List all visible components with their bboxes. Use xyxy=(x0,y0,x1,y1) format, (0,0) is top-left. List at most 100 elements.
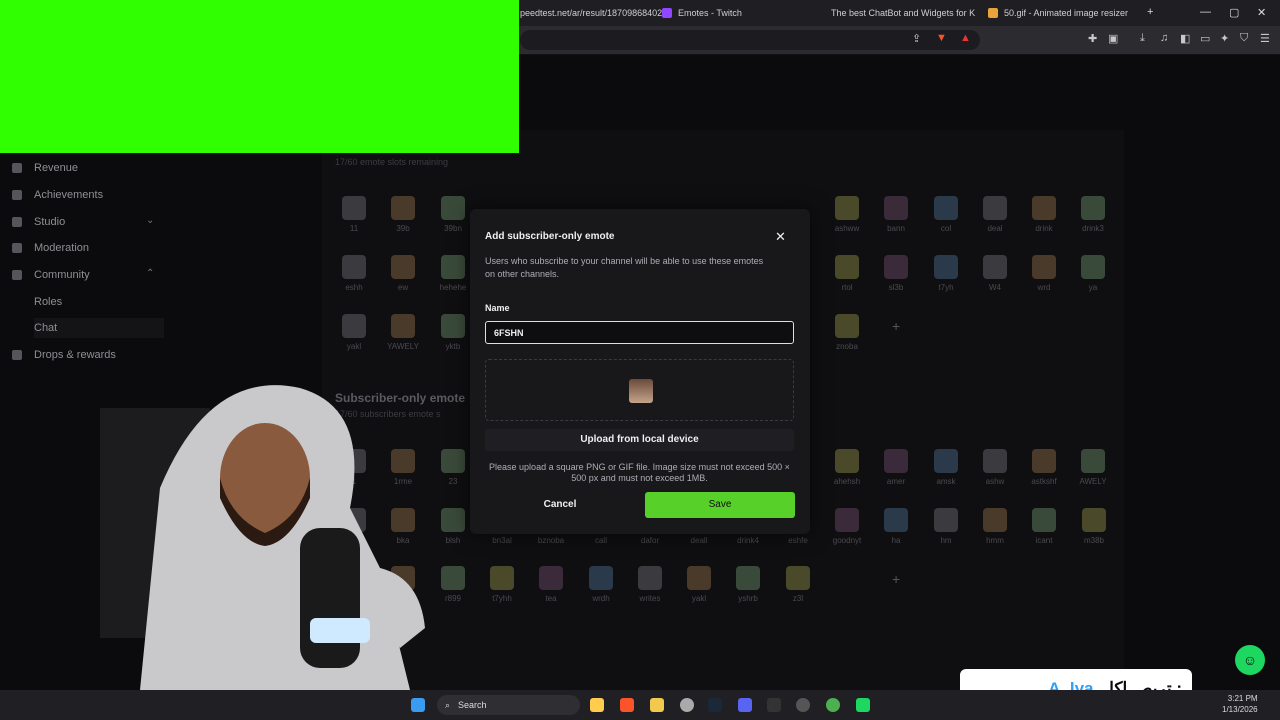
sidebar-toggle-icon[interactable]: ◧ xyxy=(1180,32,1190,45)
share-icon[interactable]: ⇪ xyxy=(912,32,921,45)
help-chat-icon[interactable]: ☺ xyxy=(1235,645,1265,675)
extensions-icon[interactable]: ✚ xyxy=(1088,32,1097,45)
close-icon[interactable]: ✕ xyxy=(775,229,786,245)
sidebar-item-roles[interactable]: Roles xyxy=(34,296,62,308)
sidebar-item-achievements[interactable]: Achievements xyxy=(12,189,103,201)
emote-item[interactable]: rtol xyxy=(822,255,872,292)
emote-label: AWELY xyxy=(1079,477,1107,486)
studio-icon xyxy=(12,217,22,227)
browser-tab-emotes[interactable]: Emotes - Twitch xyxy=(662,3,812,23)
settings-icon[interactable] xyxy=(680,698,694,712)
rewards-icon[interactable]: ▲ xyxy=(960,32,971,44)
browser-tab[interactable]: peedtest.net/ar/result/18709868402 xyxy=(520,3,670,23)
vpn-icon[interactable]: ⛉ xyxy=(1240,32,1248,45)
emote-item[interactable]: amsk xyxy=(921,449,971,486)
minimize-icon[interactable]: — xyxy=(1200,6,1211,18)
epic-icon[interactable] xyxy=(767,698,781,712)
wallet-icon[interactable]: ▭ xyxy=(1200,32,1210,45)
add-emote-icon[interactable]: + xyxy=(892,318,900,334)
emote-item[interactable]: col xyxy=(921,196,971,233)
emote-item[interactable]: writes xyxy=(625,566,675,603)
steam-icon[interactable] xyxy=(708,698,722,712)
emote-item[interactable]: t7yh xyxy=(921,255,971,292)
emote-item[interactable]: hmm xyxy=(970,508,1020,545)
emote-item[interactable]: yakl xyxy=(329,314,379,351)
leo-icon[interactable]: ✦ xyxy=(1220,32,1229,45)
emote-item[interactable]: 11 xyxy=(329,196,379,233)
emote-item[interactable]: ew xyxy=(378,255,428,292)
windows-start-icon[interactable] xyxy=(411,698,425,712)
obs-icon[interactable] xyxy=(796,698,810,712)
cancel-button[interactable]: Cancel xyxy=(530,492,590,518)
emote-item[interactable]: wrd xyxy=(1019,255,1069,292)
new-tab-icon[interactable]: + xyxy=(1147,6,1153,18)
emote-item[interactable]: AWELY xyxy=(1068,449,1118,486)
emote-item[interactable]: z3l xyxy=(773,566,823,603)
sidebar-item-drops[interactable]: Drops & rewards xyxy=(12,349,116,361)
emote-item[interactable]: 39b xyxy=(378,196,428,233)
screenshot-icon[interactable]: ▣ xyxy=(1108,32,1118,45)
sidebar-item-moderation[interactable]: Moderation xyxy=(12,242,89,254)
upload-button[interactable]: Upload from local device xyxy=(485,429,794,451)
emote-item[interactable]: W4 xyxy=(970,255,1020,292)
chevron-down-icon[interactable]: ⌄ xyxy=(146,215,154,226)
emote-item[interactable]: icant xyxy=(1019,508,1069,545)
emote-name-input[interactable] xyxy=(485,321,794,344)
emote-image xyxy=(934,449,958,473)
emote-item[interactable]: yakl xyxy=(674,566,724,603)
emote-item[interactable]: ahehsh xyxy=(822,449,872,486)
emote-item[interactable]: znoba xyxy=(822,314,872,351)
emote-image xyxy=(441,508,465,532)
emote-label: col xyxy=(940,224,952,233)
emote-item[interactable]: hm xyxy=(921,508,971,545)
close-window-icon[interactable]: ✕ xyxy=(1257,6,1266,19)
brave-icon[interactable] xyxy=(620,698,634,712)
taskbar-search[interactable]: ⌕ Search xyxy=(437,695,580,715)
emote-label: ha xyxy=(891,536,901,545)
sidebar-item-community[interactable]: Community xyxy=(12,269,90,281)
chrome-icon[interactable] xyxy=(826,698,840,712)
download-icon[interactable]: ⤓ xyxy=(1140,32,1145,45)
sidebar-item-chat[interactable]: Chat xyxy=(34,318,164,338)
menu-icon[interactable]: ☰ xyxy=(1260,32,1270,45)
upload-dropzone[interactable] xyxy=(485,359,794,421)
url-field[interactable] xyxy=(520,30,980,50)
sidebar-item-studio[interactable]: Studio xyxy=(12,216,65,228)
emote-item[interactable]: drink3 xyxy=(1068,196,1118,233)
brave-shield-icon[interactable]: ▼ xyxy=(936,32,947,44)
maximize-icon[interactable]: ▢ xyxy=(1229,6,1239,19)
sidebar-item-revenue[interactable]: Revenue xyxy=(12,162,78,174)
emote-item[interactable]: m38b xyxy=(1069,508,1119,545)
emote-item[interactable]: goodnyt xyxy=(822,508,872,545)
emote-item[interactable]: wrdh xyxy=(576,566,626,603)
emote-item[interactable]: amer xyxy=(871,449,921,486)
emote-label: t7yhh xyxy=(492,594,512,603)
discord-icon[interactable] xyxy=(738,698,752,712)
emote-item[interactable]: sl3b xyxy=(871,255,921,292)
chatbot-icon xyxy=(825,9,829,17)
folder-icon[interactable] xyxy=(650,698,664,712)
emote-item[interactable]: ashww xyxy=(822,196,872,233)
files-icon[interactable] xyxy=(590,698,604,712)
clock[interactable]: 3:21 PM 1/13/2026 xyxy=(1222,693,1258,715)
emote-item[interactable]: deal xyxy=(970,196,1020,233)
emote-item[interactable]: ashw xyxy=(970,449,1020,486)
browser-tab[interactable]: 50.gif - Animated image resizer xyxy=(988,3,1138,23)
emote-item[interactable]: yshrb xyxy=(723,566,773,603)
save-button[interactable]: Save xyxy=(645,492,795,518)
emote-item[interactable]: t7yhh xyxy=(477,566,527,603)
add-subscriber-emote-icon[interactable]: + xyxy=(892,571,900,587)
browser-tab[interactable]: The best ChatBot and Widgets for Ki xyxy=(825,3,975,23)
emote-item[interactable]: astkshf xyxy=(1019,449,1069,486)
emote-item[interactable]: drink xyxy=(1019,196,1069,233)
emote-item[interactable]: tea xyxy=(526,566,576,603)
emote-item[interactable]: bann xyxy=(871,196,921,233)
emote-item[interactable]: ya xyxy=(1068,255,1118,292)
emote-item[interactable]: eshh xyxy=(329,255,379,292)
app-icon[interactable] xyxy=(856,698,870,712)
emote-label: znoba xyxy=(836,342,858,351)
emote-item[interactable]: YAWELY xyxy=(378,314,428,351)
emote-item[interactable]: ha xyxy=(871,508,921,545)
chevron-up-icon[interactable]: ⌃ xyxy=(146,268,154,279)
music-icon[interactable]: ♫ xyxy=(1160,32,1168,44)
